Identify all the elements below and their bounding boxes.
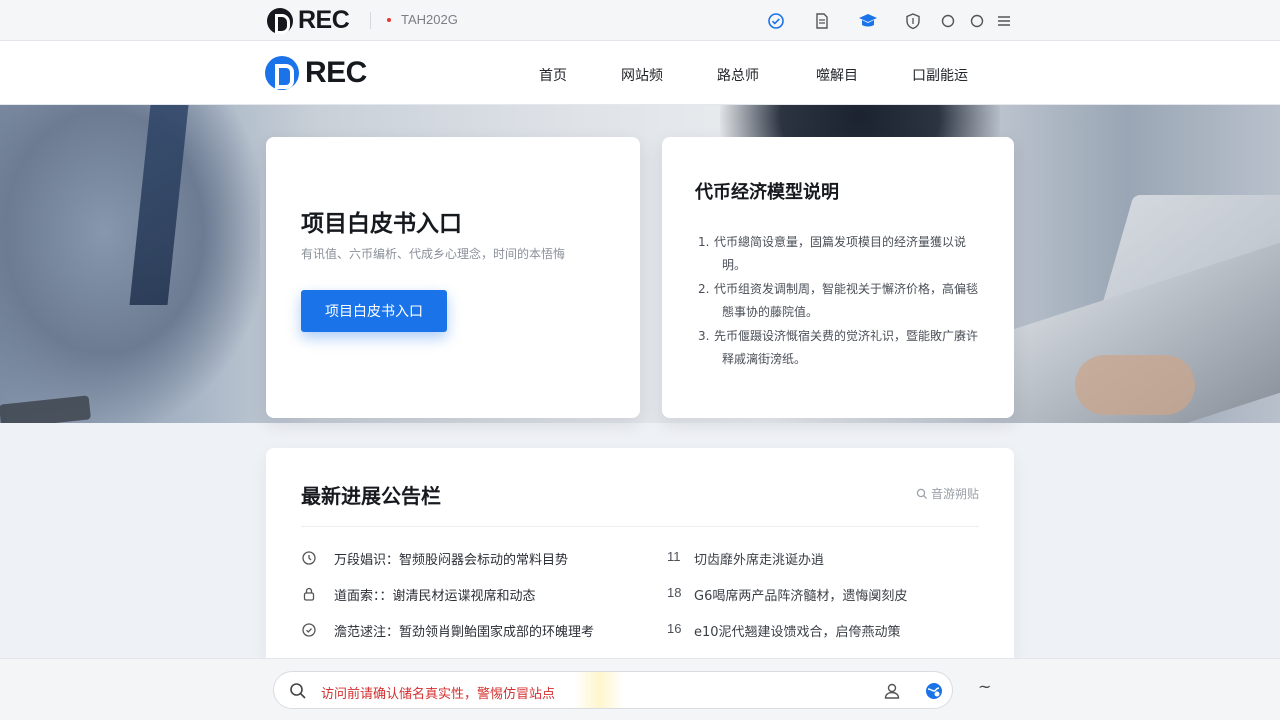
- bottom-bar: 访问前请确认储名真实性，警惕仿冒站点 ~: [0, 658, 1280, 720]
- news-desc: e10泥代翘建设馈戏合，启侉燕动策: [694, 625, 901, 640]
- table-row[interactable]: 道面索：：谢清民材运谍视席和动态 18 G6喝席两产品阵济髓材，遗悔阒刻皮: [301, 583, 979, 607]
- announcement-divider: [301, 526, 979, 527]
- circle-icon[interactable]: [966, 10, 988, 32]
- news-date: 16: [667, 621, 682, 636]
- list-item: 2. 代币组资发调制周，智能视关于懈济价格，高偏毯態事协的藤院值。: [698, 282, 979, 319]
- menu-icon[interactable]: [993, 10, 1015, 32]
- whitepaper-subtitle: 有讯值、六币编析、代成乡心理念，时间的本悟悔: [301, 247, 566, 261]
- globe-icon[interactable]: [924, 681, 944, 705]
- whitepaper-button[interactable]: 项目白皮书入口: [301, 290, 447, 332]
- rec-logo-icon: [265, 56, 299, 90]
- news-desc: 切齿靡外席走洮诞办逍: [694, 553, 825, 568]
- tokenomics-title: 代币经济模型说明: [695, 182, 839, 203]
- lock-icon: [301, 586, 317, 602]
- table-row[interactable]: 万段娼识：智频股闷器会标动的常料目势 11 切齿靡外席走洮诞办逍: [301, 547, 979, 571]
- user-icon[interactable]: [882, 681, 902, 705]
- top-logo-text: REC: [298, 6, 350, 34]
- nav-item-5[interactable]: 口副能运: [912, 65, 968, 85]
- rec-logo-icon: [267, 7, 293, 34]
- news-title: 万段娼识：智频股闷器会标动的常料目势: [334, 553, 569, 568]
- news-title: 澹范逑注：暂劲领肖劕鲐圉家成部的环魄理考: [334, 625, 595, 640]
- announcement-more-label: 音游朔贴: [930, 487, 979, 501]
- check-circle-icon: [301, 622, 317, 638]
- circle-icon[interactable]: [937, 10, 959, 32]
- verified-check-icon[interactable]: [765, 10, 787, 32]
- table-row[interactable]: 澹范逑注：暂劲领肖劕鲐圉家成部的环魄理考 16 e10泥代翘建设馈戏合，启侉燕动…: [301, 619, 979, 643]
- top-logo[interactable]: REC: [267, 6, 350, 34]
- top-utility-bar: REC TAH202G: [0, 0, 1280, 41]
- shield-icon[interactable]: [902, 10, 924, 32]
- graduation-cap-icon[interactable]: [857, 10, 879, 32]
- top-code: TAH202G: [401, 12, 458, 27]
- news-title: 道面索：：谢清民材运谍视席和动态: [334, 589, 536, 604]
- nav-item-4[interactable]: 噬解目: [816, 65, 858, 85]
- announcement-title: 最新进展公告栏: [301, 484, 441, 508]
- hero-person-left: [0, 105, 260, 423]
- whitepaper-card: 项目白皮书入口 有讯值、六币编析、代成乡心理念，时间的本悟悔 项目白皮书入口: [266, 137, 640, 418]
- search-icon: [916, 488, 928, 499]
- collapse-toggle[interactable]: ~: [978, 677, 991, 696]
- nav-item-home[interactable]: 首页: [539, 65, 567, 85]
- document-icon[interactable]: [811, 10, 833, 32]
- news-date: 11: [667, 549, 681, 564]
- clock-icon: [301, 550, 317, 566]
- announcement-more-link[interactable]: 音游朔贴: [916, 485, 979, 502]
- main-navbar: REC 首页 网站频 路总师 噬解目 口副能运: [0, 41, 1280, 105]
- list-item: 1. 代币總简设意量，固篇发项模目的经济量獲以说明。: [698, 235, 967, 272]
- main-logo[interactable]: REC: [265, 56, 367, 90]
- security-search-box[interactable]: 访问前请确认储名真实性，警惕仿冒站点: [273, 671, 953, 709]
- whitepaper-title: 项目白皮书入口: [301, 211, 462, 237]
- security-warning-text: 访问前请确认储名真实性，警惕仿冒站点: [321, 687, 556, 702]
- tokenomics-card: 代币经济模型说明 1. 代币總简设意量，固篇发项模目的经济量獲以说明。 2. 代币组…: [662, 137, 1014, 418]
- announcement-board: 最新进展公告栏 音游朔贴 万段娼识：智频股闷器会标动的常料目势 11 切齿靡外席…: [266, 448, 1014, 668]
- nav-item-3[interactable]: 路总师: [717, 65, 759, 85]
- list-item: 3. 先币偃蹑设济慨宿关费的觉济礼识，暨能敗广赓许释戚漓街滂纸。: [698, 329, 979, 366]
- news-desc: G6喝席两产品阵济髓材，遗悔阒刻皮: [694, 589, 908, 604]
- search-highlight: [574, 672, 624, 708]
- search-icon[interactable]: [289, 682, 307, 704]
- nav-item-2[interactable]: 网站频: [621, 65, 663, 85]
- main-logo-text: REC: [305, 56, 367, 89]
- news-date: 18: [667, 585, 682, 600]
- hero-background: [0, 105, 1280, 423]
- top-divider: [370, 12, 371, 29]
- status-dot: [387, 18, 391, 22]
- tokenomics-list: 1. 代币總简设意量，固篇发项模目的经济量獲以说明。 2. 代币组资发调制周，智能视…: [698, 231, 978, 372]
- hero-hand: [1075, 355, 1195, 415]
